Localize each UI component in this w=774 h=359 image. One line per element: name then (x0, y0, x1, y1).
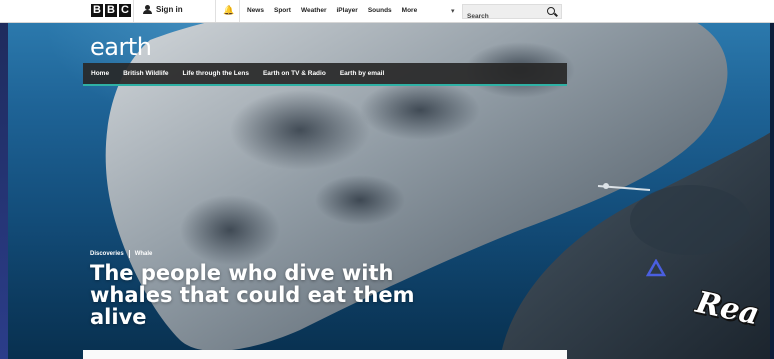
nav-item-weather[interactable]: Weather (301, 7, 327, 14)
earth-nav-home[interactable]: Home (91, 70, 109, 77)
divider (215, 0, 216, 22)
notification-bell-icon[interactable]: 🔔 (223, 5, 234, 15)
bbc-top-bar: B B C Sign in 🔔 News Sport Weather iPlay… (0, 0, 774, 23)
earth-nav-bar: Home British Wildlife Life through the L… (83, 63, 567, 86)
right-frame-overlay (770, 22, 774, 359)
nav-item-sounds[interactable]: Sounds (368, 7, 392, 14)
earth-nav-british-wildlife[interactable]: British Wildlife (123, 70, 168, 77)
bbc-logo[interactable]: B B C (91, 4, 131, 17)
earth-nav-earth-on-tv-radio[interactable]: Earth on TV & Radio (263, 70, 326, 77)
bbc-logo-letter: B (105, 4, 117, 17)
nav-item-iplayer[interactable]: iPlayer (337, 7, 358, 14)
article-headline: The people who dive with whales that cou… (90, 261, 415, 329)
nav-item-sport[interactable]: Sport (274, 7, 291, 14)
earth-nav-earth-by-email[interactable]: Earth by email (340, 70, 384, 77)
tag-whale[interactable]: Whale (135, 251, 153, 257)
search-input[interactable] (463, 10, 539, 23)
bbc-main-nav: News Sport Weather iPlayer Sounds More (247, 7, 427, 14)
earth-logo[interactable]: earth (90, 33, 152, 61)
sign-in-link[interactable]: Sign in (143, 5, 183, 14)
search-box[interactable] (462, 4, 562, 23)
article-body-strip (83, 350, 567, 359)
triangle-play-icon (646, 259, 666, 277)
bbc-logo-letter: B (91, 4, 103, 17)
divider (239, 0, 240, 22)
search-icon[interactable] (547, 7, 555, 15)
sign-in-label: Sign in (156, 5, 183, 14)
nav-item-news[interactable]: News (247, 7, 264, 14)
tag-divider (128, 250, 130, 258)
earth-nav-life-through-the-lens[interactable]: Life through the Lens (183, 70, 249, 77)
tag-discoveries[interactable]: Discoveries (90, 251, 124, 257)
left-frame-overlay (0, 0, 8, 359)
bbc-logo-letter: C (119, 4, 131, 17)
divider (133, 0, 134, 22)
user-icon (143, 5, 152, 14)
chevron-down-icon[interactable]: ▾ (451, 7, 455, 15)
nav-item-more[interactable]: More (402, 7, 418, 14)
article-tags: Discoveries Whale (90, 250, 152, 258)
